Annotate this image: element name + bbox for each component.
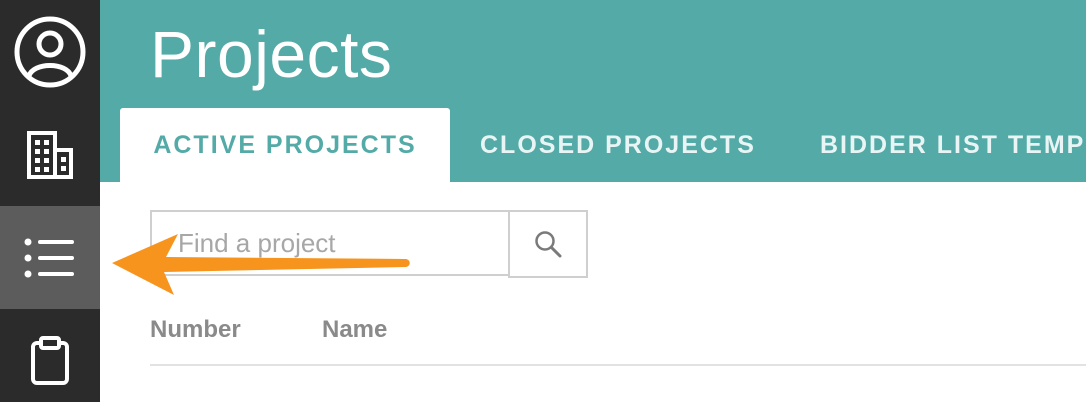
table-header-divider xyxy=(150,364,1086,366)
list-icon xyxy=(24,238,74,277)
search-input[interactable] xyxy=(152,212,508,274)
sidebar-item-companies[interactable] xyxy=(0,103,100,206)
building-icon xyxy=(27,130,73,179)
search-field xyxy=(150,210,508,276)
sidebar-item-projects[interactable] xyxy=(0,206,100,309)
tab-closed-projects[interactable]: CLOSED PROJECTS xyxy=(480,108,756,182)
user-circle-icon xyxy=(14,16,86,87)
tab-active-projects[interactable]: ACTIVE PROJECTS xyxy=(120,108,450,182)
sidebar xyxy=(0,0,100,402)
column-header-number[interactable]: Number xyxy=(150,316,241,344)
column-header-name[interactable]: Name xyxy=(322,316,387,344)
sidebar-item-tasks[interactable] xyxy=(0,309,100,412)
search-button[interactable] xyxy=(508,210,588,278)
sidebar-item-profile[interactable] xyxy=(0,0,100,103)
clipboard-icon xyxy=(31,335,69,385)
page-title: Projects xyxy=(150,17,393,91)
search-icon xyxy=(535,231,562,258)
tab-bidder-list-templates[interactable]: BIDDER LIST TEMP xyxy=(820,108,1085,182)
